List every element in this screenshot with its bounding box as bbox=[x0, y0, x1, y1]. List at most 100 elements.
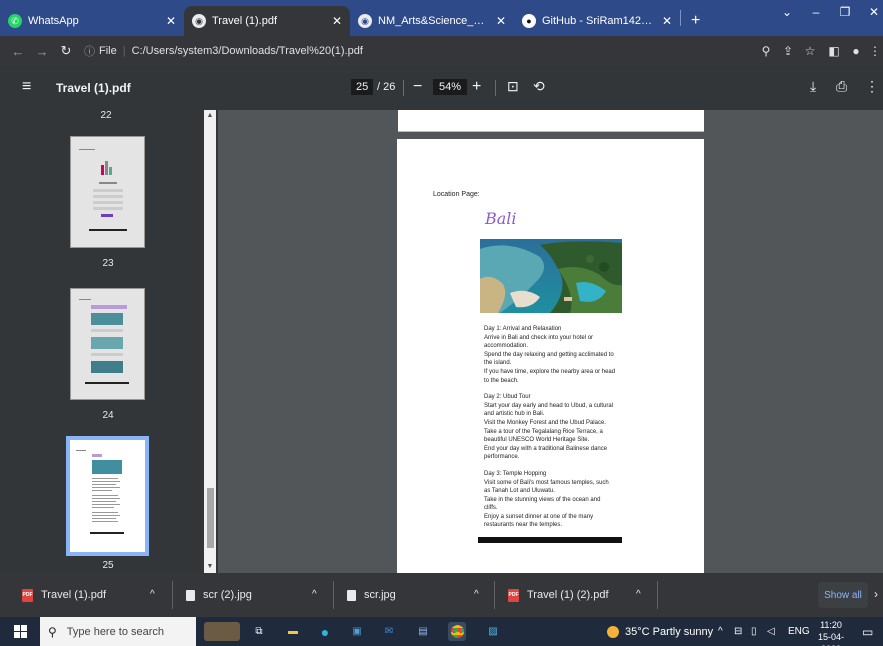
chrome-icon[interactable] bbox=[448, 622, 466, 641]
close-downloads-icon[interactable]: › bbox=[874, 587, 878, 601]
thumbnail-label-23: 23 bbox=[102, 258, 114, 269]
chevron-up-icon[interactable]: ^ bbox=[636, 589, 641, 600]
close-tab-icon[interactable]: ✕ bbox=[662, 14, 672, 28]
address-bar: ← → ↻ ⓘ File | C:/Users/system3/Download… bbox=[0, 36, 883, 66]
itinerary-text: Day 1: Arrival and Relaxation Arrive in … bbox=[484, 325, 620, 530]
download-filename: Travel (1).pdf bbox=[41, 589, 107, 601]
print-icon[interactable]: ⎙ bbox=[836, 78, 847, 95]
search-icon: ⚲ bbox=[48, 624, 57, 639]
forward-arrow-icon[interactable]: → bbox=[30, 44, 54, 59]
itinerary-line: Visit some of Bali's most famous temples… bbox=[484, 479, 609, 486]
new-tab-button[interactable]: + bbox=[681, 6, 710, 36]
file-explorer-icon[interactable]: ▬ bbox=[284, 622, 302, 641]
pdf-page-25: Location Page: Bali Day 1: Arrival and R… bbox=[397, 139, 704, 573]
thumbnail-preview bbox=[71, 289, 144, 399]
scheme-label: File bbox=[99, 45, 117, 57]
toolbar-divider bbox=[495, 80, 496, 96]
thumbnail-page-24[interactable] bbox=[70, 288, 145, 400]
download-item[interactable]: PDF Travel (1) (2).pdf bbox=[508, 573, 609, 617]
url-text[interactable]: C:/Users/system3/Downloads/Travel%20(1).… bbox=[132, 45, 363, 57]
globe-icon: ◉ bbox=[192, 14, 206, 28]
more-options-icon[interactable]: ⋮ bbox=[865, 78, 879, 95]
sidepanel-icon[interactable]: ◧ bbox=[823, 36, 845, 66]
download-filename: Travel (1) (2).pdf bbox=[527, 589, 609, 601]
itinerary-line: Day 3: Temple Hopping bbox=[484, 470, 547, 477]
close-tab-icon[interactable]: ✕ bbox=[332, 14, 342, 28]
whatsapp-icon: ✆ bbox=[8, 14, 22, 28]
downloads-bar: PDF Travel (1).pdf ^ scr (2).jpg ^ scr.j… bbox=[0, 573, 883, 617]
zoom-level-input[interactable]: 54% bbox=[433, 79, 468, 95]
itinerary-line: Arrive in Bali and check into your hotel… bbox=[484, 334, 594, 341]
itinerary-line: beautiful UNESCO World Heritage Site. bbox=[484, 437, 590, 444]
edge-icon[interactable]: ● bbox=[316, 622, 334, 641]
zoom-in-icon[interactable]: + bbox=[472, 78, 481, 96]
show-all-button[interactable]: Show all bbox=[818, 582, 868, 608]
store-icon[interactable]: ▣ bbox=[348, 622, 366, 641]
bookmark-star-icon[interactable]: ☆ bbox=[799, 36, 821, 66]
itinerary-line: Visit the Monkey Forest and the Ubud Pal… bbox=[484, 419, 606, 426]
download-item[interactable]: scr.jpg bbox=[347, 573, 396, 617]
toolbar-divider bbox=[403, 80, 404, 96]
share-icon[interactable]: ⇪ bbox=[777, 36, 799, 66]
itinerary-line: and artistic hub in Bali. bbox=[484, 411, 545, 418]
chevron-up-icon[interactable]: ^ bbox=[474, 589, 479, 600]
language-indicator[interactable]: ENG bbox=[788, 617, 810, 646]
thumbnail-preview bbox=[71, 137, 144, 247]
windows-start-icon[interactable] bbox=[14, 625, 27, 638]
omnibox[interactable]: ⓘ File | C:/Users/system3/Downloads/Trav… bbox=[84, 43, 363, 59]
itinerary-line: accommodation. bbox=[484, 343, 529, 350]
info-icon[interactable]: ⓘ bbox=[84, 43, 95, 59]
network-icon[interactable]: ⊟ bbox=[734, 617, 742, 646]
page-number-input[interactable]: 25 bbox=[351, 79, 374, 95]
itinerary-line: End your day with a traditional Balinese… bbox=[484, 445, 608, 452]
chevron-up-icon[interactable]: ^ bbox=[150, 589, 155, 600]
cortana-image-icon[interactable] bbox=[204, 622, 240, 641]
photos-icon[interactable]: ▨ bbox=[484, 622, 502, 641]
scroll-up-arrow-icon[interactable]: ▲ bbox=[204, 110, 216, 122]
notifications-icon[interactable]: ▭ bbox=[862, 617, 873, 646]
thumbnail-label-22: 22 bbox=[100, 110, 112, 121]
show-hidden-icons-chevron[interactable]: ^ bbox=[718, 617, 723, 646]
volume-muted-icon[interactable]: ◁ bbox=[767, 617, 775, 646]
itinerary-line: Day 2: Ubud Tour bbox=[484, 394, 531, 401]
rotate-icon[interactable]: ⟲ bbox=[533, 78, 545, 95]
hamburger-menu-icon[interactable]: ≡ bbox=[22, 78, 31, 96]
battery-icon[interactable]: ▯ bbox=[751, 617, 757, 646]
chrome-menu-icon[interactable]: ⋮ bbox=[864, 36, 883, 66]
thumbnail-page-25[interactable] bbox=[66, 436, 149, 556]
app-icon[interactable]: ▤ bbox=[414, 622, 432, 641]
back-arrow-icon[interactable]: ← bbox=[6, 44, 30, 59]
task-view-icon[interactable]: ⧉ bbox=[250, 622, 268, 641]
download-item[interactable]: scr (2).jpg bbox=[186, 573, 252, 617]
pdf-file-icon: PDF bbox=[22, 588, 33, 602]
close-window-button[interactable]: ✕ bbox=[856, 0, 883, 24]
zoom-out-icon[interactable]: − bbox=[413, 78, 422, 96]
sidebar-scroll-thumb[interactable] bbox=[207, 488, 214, 548]
tab-project-docs[interactable]: ◉ NM_Arts&Science_Project_Docu ✕ bbox=[350, 6, 514, 36]
thumbnail-page-23[interactable] bbox=[70, 136, 145, 248]
tab-travel-pdf[interactable]: ◉ Travel (1).pdf ✕ bbox=[184, 6, 350, 36]
tab-whatsapp[interactable]: ✆ WhatsApp ✕ bbox=[0, 6, 184, 36]
itinerary-line: to the beach. bbox=[484, 377, 519, 384]
bali-photo-image bbox=[480, 239, 622, 313]
chevron-up-icon[interactable]: ^ bbox=[312, 589, 317, 600]
thumbnail-sidebar: 22 23 24 25 ▲ ▼ bbox=[0, 110, 218, 573]
close-tab-icon[interactable]: ✕ bbox=[496, 14, 506, 28]
fit-page-icon[interactable]: ⊡ bbox=[507, 78, 519, 95]
thumbnail-label-24: 24 bbox=[102, 410, 114, 421]
download-item[interactable]: PDF Travel (1).pdf bbox=[22, 573, 106, 617]
scroll-down-arrow-icon[interactable]: ▼ bbox=[204, 561, 216, 573]
pdf-viewer[interactable]: Location Page: Bali Day 1: Arrival and R… bbox=[218, 110, 883, 573]
weather-widget[interactable]: 35°C Partly sunny bbox=[607, 617, 713, 646]
reload-icon[interactable]: ↻ bbox=[54, 43, 78, 59]
download-icon[interactable]: ⤓ bbox=[810, 78, 816, 95]
taskbar-search-box[interactable]: ⚲ Type here to search bbox=[40, 617, 196, 646]
itinerary-line: performance. bbox=[484, 454, 520, 461]
itinerary-line: Start your day early and head to Ubud, a… bbox=[484, 402, 614, 409]
zoom-icon[interactable]: ⚲ bbox=[755, 36, 777, 66]
mail-icon[interactable]: ✉ bbox=[380, 622, 398, 641]
close-tab-icon[interactable]: ✕ bbox=[166, 14, 176, 28]
tab-github[interactable]: ● GitHub - SriRam142002/Travel-p ✕ bbox=[514, 6, 680, 36]
clock[interactable]: 11:20 15-04-2023 bbox=[812, 619, 850, 646]
